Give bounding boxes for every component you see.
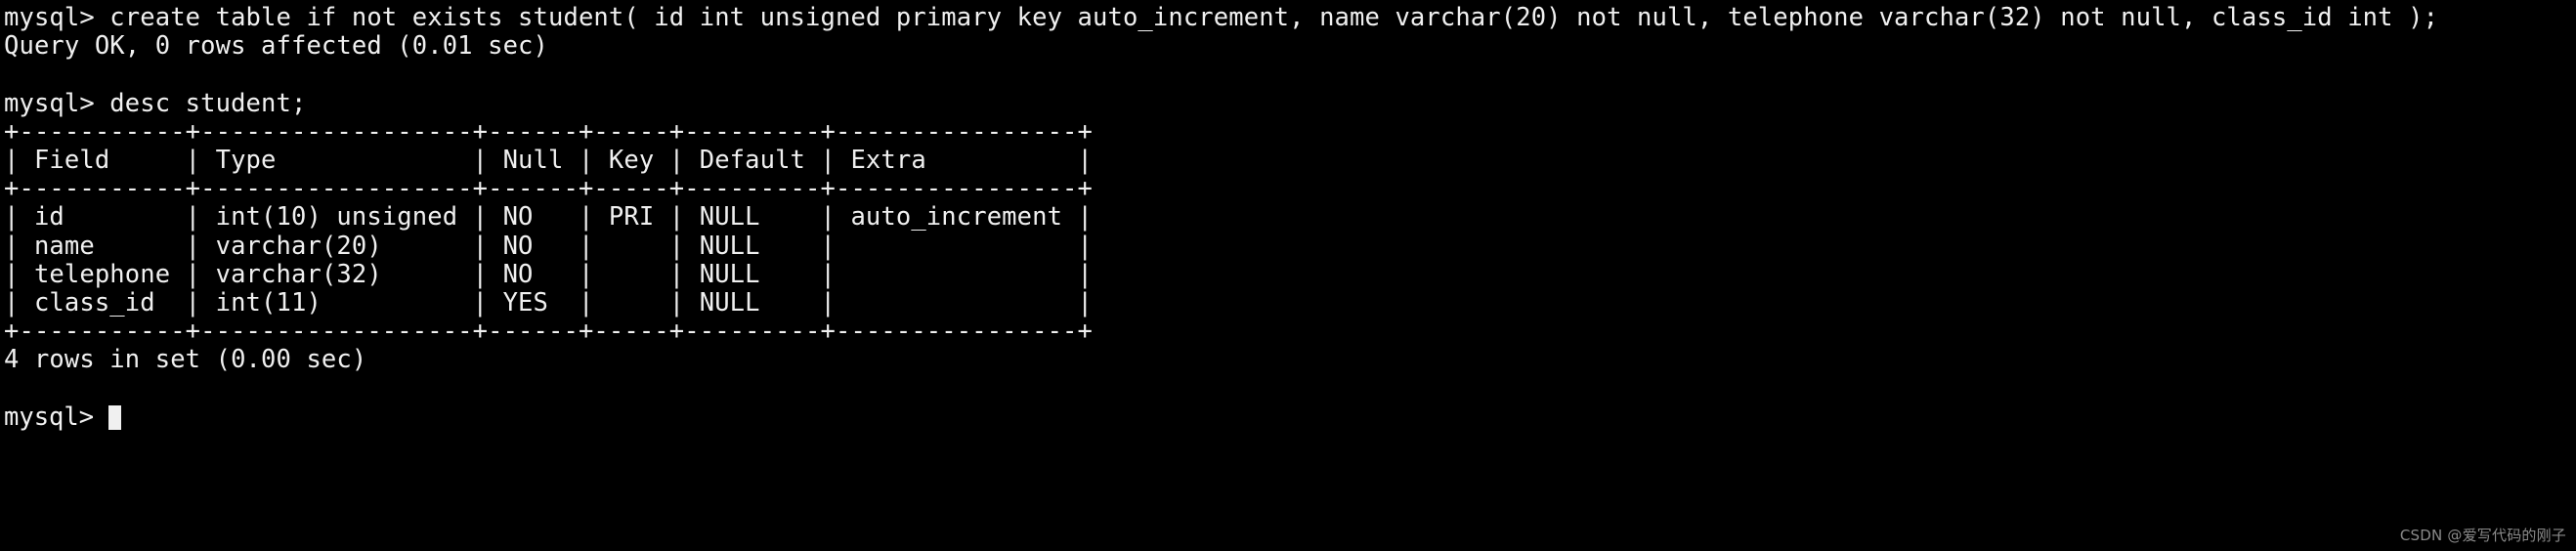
terminal-line-blank-2 [4,374,2576,403]
watermark-text: CSDN @爱写代码的刚子 [2399,527,2566,544]
table-row: | telephone | varchar(32) | NO | | NULL … [4,259,1094,289]
table-row: | name | varchar(20) | NO | | NULL | | [4,231,1094,261]
table-row: | id | int(10) unsigned | NO | PRI | NUL… [4,202,1094,233]
terminal-line-rows-in-set: 4 rows in set (0.00 sec) [4,345,367,375]
cursor-block [108,404,122,430]
prompt-label: mysql> [4,402,95,432]
terminal-line-table-header-border: +-----------+------------------+------+-… [4,174,1094,204]
terminal-line-command-create: mysql> create table if not exists studen… [4,3,2439,32]
terminal-line-table-top-border: +-----------+------------------+------+-… [4,116,1094,147]
terminal-line-blank-1 [4,61,2576,89]
command-prompt-line[interactable]: mysql> [4,403,2576,432]
terminal-line-command-desc: mysql> desc student; [4,88,307,118]
terminal-line-table-header: | Field | Type | Null | Key | Default | … [4,145,1094,175]
terminal-line-create-status: Query OK, 0 rows affected (0.01 sec) [4,31,549,62]
table-row: | class_id | int(11) | YES | | NULL | | [4,287,1094,318]
terminal-line-table-bottom-border: +-----------+------------------+------+-… [4,317,1094,347]
terminal-screen[interactable]: mysql> create table if not exists studen… [0,0,2576,551]
